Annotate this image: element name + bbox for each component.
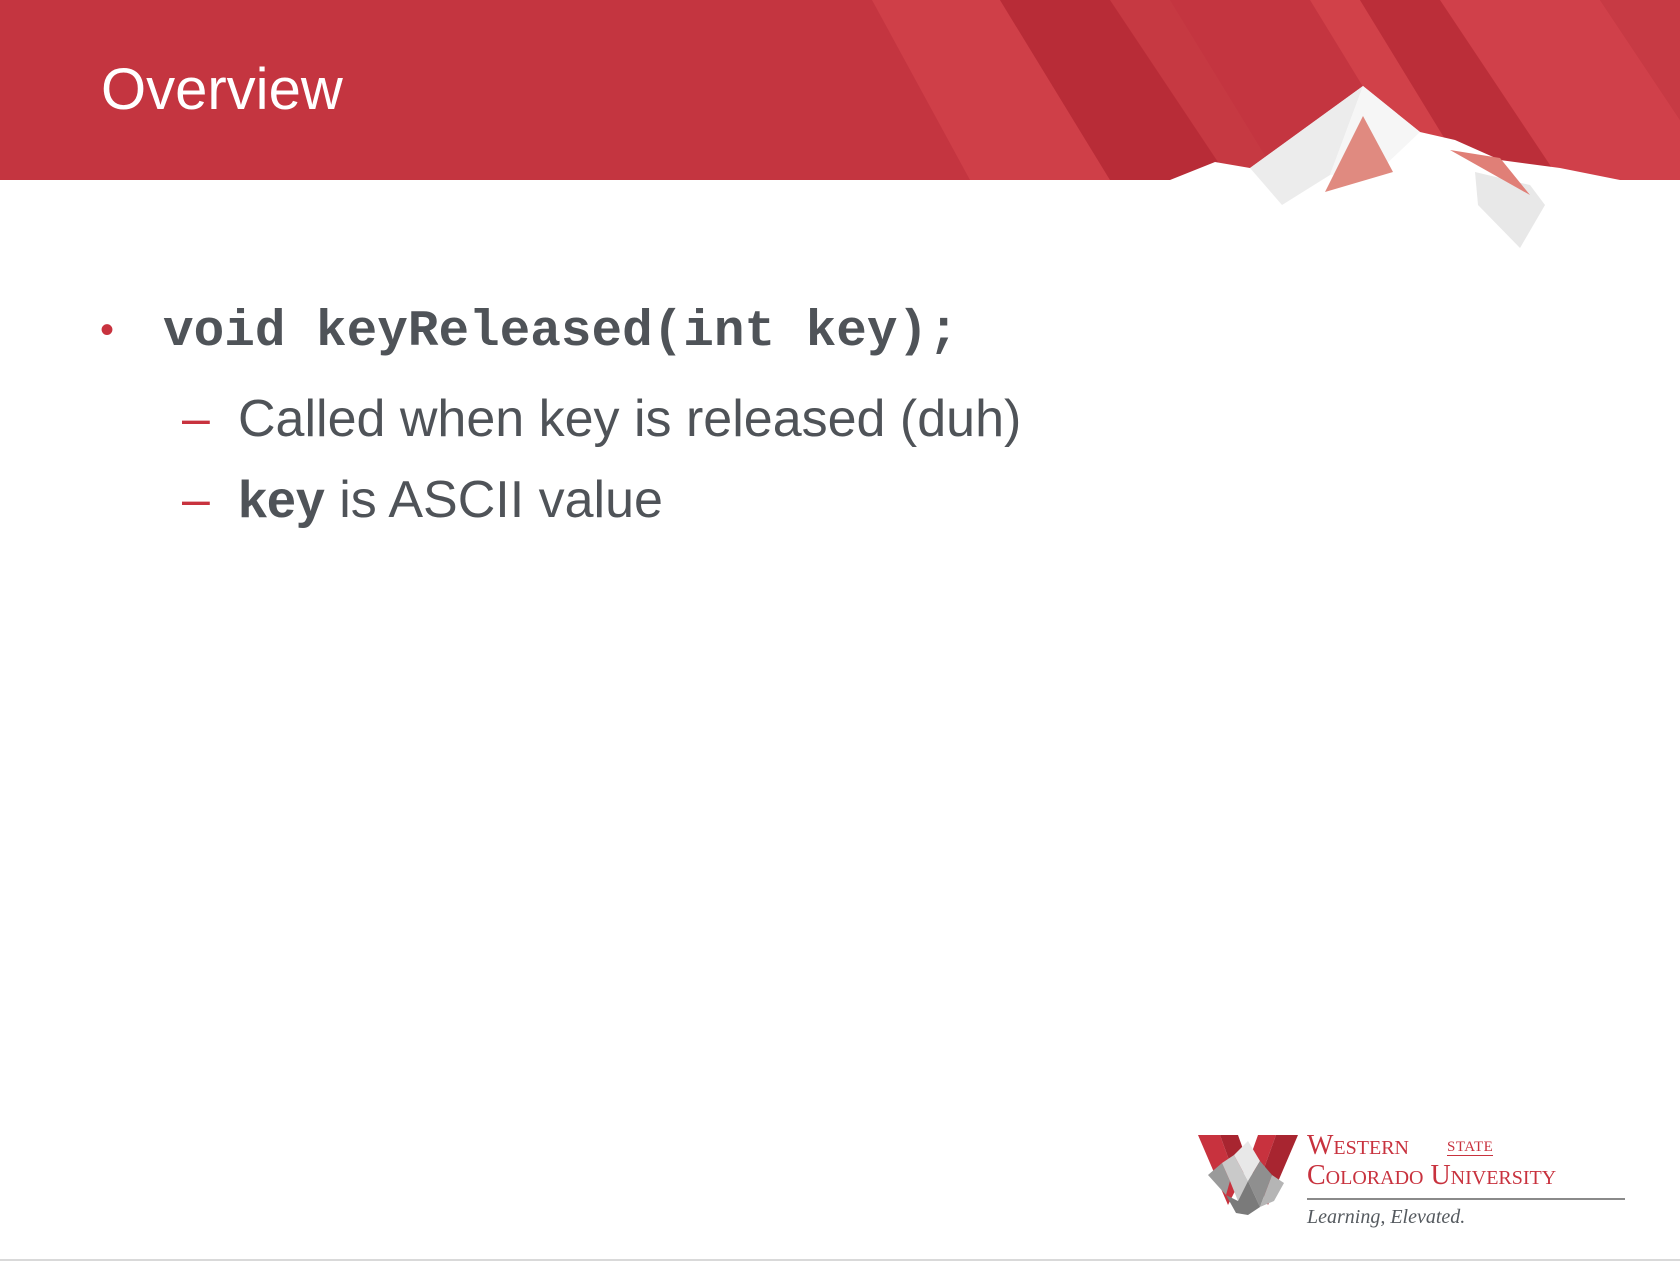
slide-title: Overview [101, 57, 343, 122]
sub-bullet-bold: key [238, 471, 325, 529]
dash-icon: – [182, 471, 210, 527]
sub-bullet-rest: is ASCII value [324, 471, 663, 529]
logo-tagline: Learning, Elevated. [1307, 1206, 1466, 1228]
sub-bullet-text: key is ASCII value [238, 469, 663, 531]
slide: Overview • void keyReleased(int key); – … [0, 0, 1680, 1262]
w-mountain-logo-icon [1198, 1135, 1298, 1215]
sub-bullet-rest: Called when key is released (duh) [238, 390, 1022, 448]
dash-icon: – [182, 390, 210, 446]
sub-bullet-text: Called when key is released (duh) [238, 388, 1021, 450]
logo-colorado-text: Colorado University [1307, 1160, 1557, 1191]
bottom-border [0, 1259, 1680, 1261]
logo-state-text: STATE [1447, 1139, 1494, 1156]
bullet-dot-icon: • [100, 308, 115, 352]
university-logo: Western STATE Colorado University Learni… [1195, 1130, 1635, 1235]
bullet-code-text: void keyReleased(int key); [163, 304, 959, 361]
logo-divider [1307, 1198, 1625, 1200]
header-banner [0, 0, 1680, 260]
logo-western-text: Western [1307, 1130, 1409, 1161]
